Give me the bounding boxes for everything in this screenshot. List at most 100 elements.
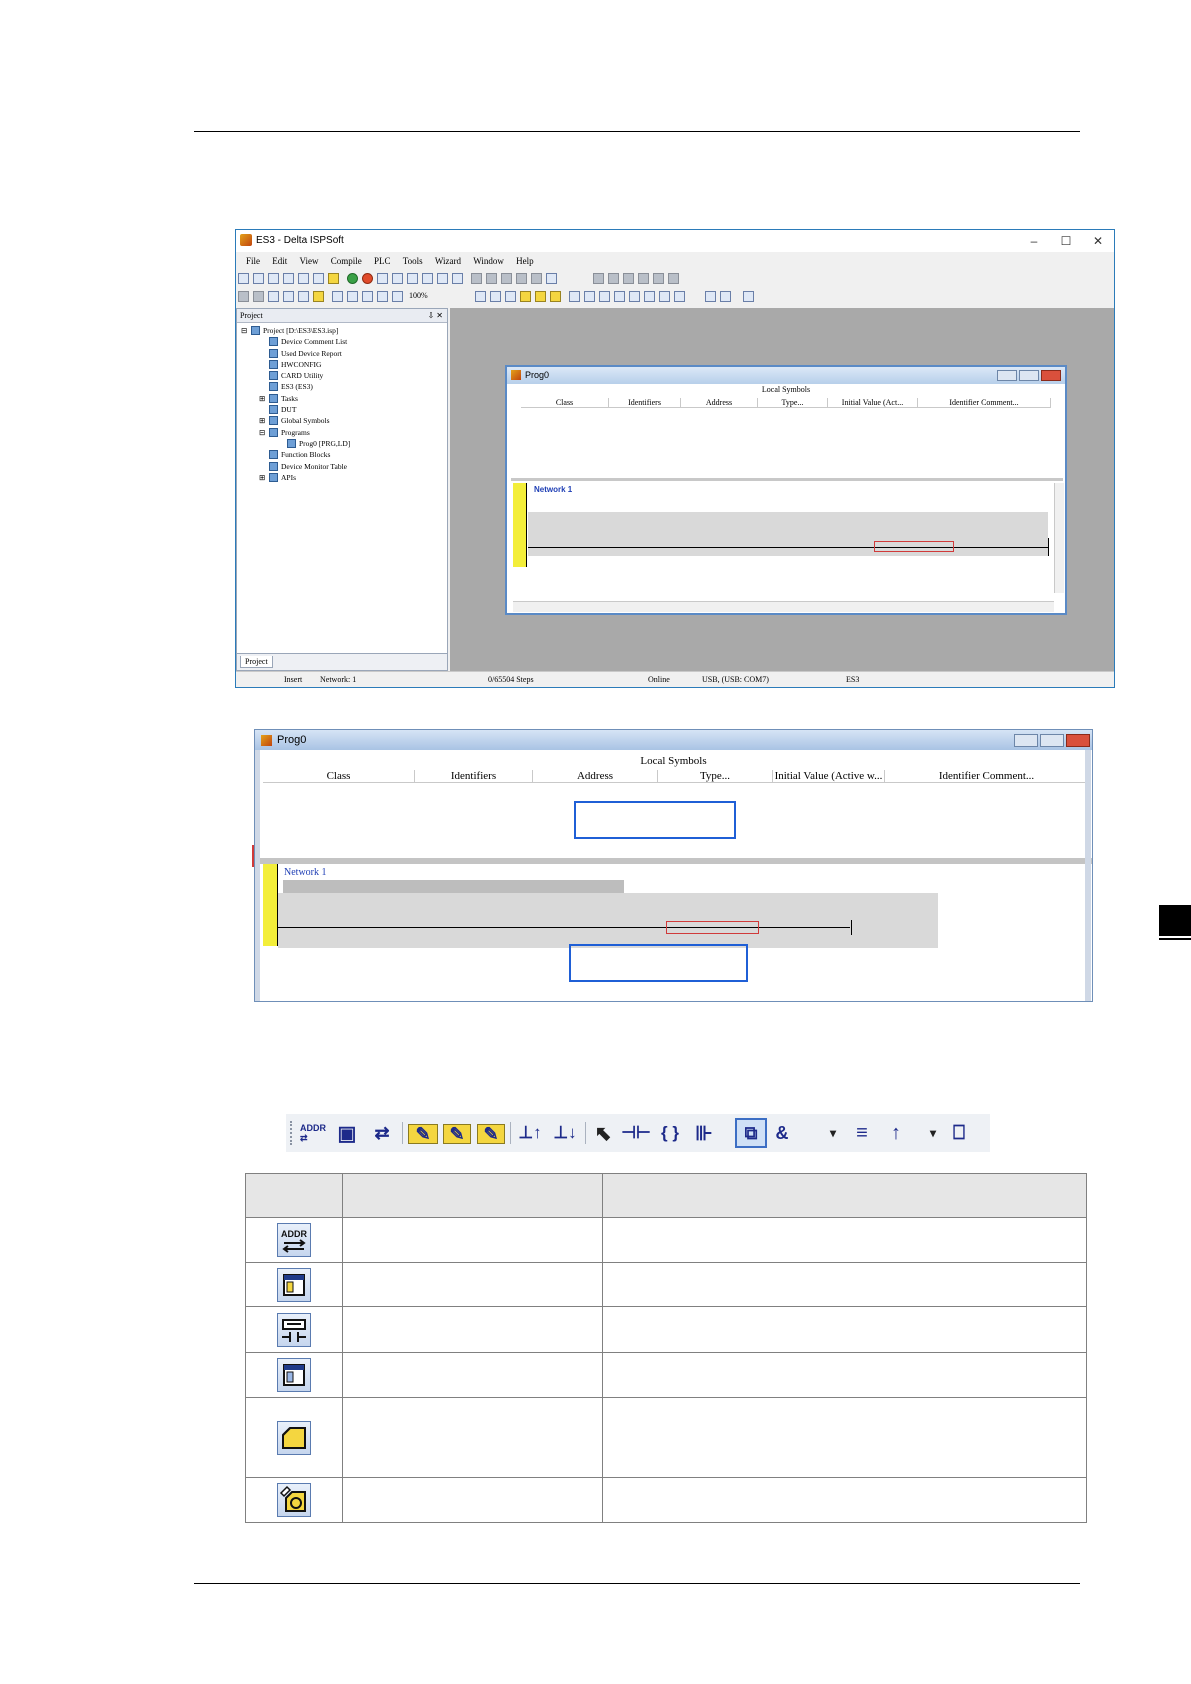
comment-hide-icon[interactable]: ✎	[477, 1124, 505, 1144]
col-address[interactable]: Address	[533, 770, 658, 782]
tree-item[interactable]: ⊟ Programs	[237, 427, 447, 438]
toolbar-grip[interactable]	[290, 1121, 295, 1145]
tree-item[interactable]: Device Monitor Table	[237, 461, 447, 472]
prog0-close-button[interactable]	[1066, 734, 1090, 747]
api-small-icon[interactable]	[644, 291, 655, 302]
horizontal-scrollbar-small[interactable]	[513, 601, 1054, 612]
prog0-small-restore-button[interactable]	[1019, 370, 1039, 381]
col-initial-value[interactable]: Initial Value (Active w...	[773, 770, 885, 782]
prog0-small-close-button[interactable]	[1041, 370, 1061, 381]
col-identifier-comment[interactable]: Identifier Comment...	[885, 770, 1088, 782]
tree-item[interactable]: HWCONFIG	[237, 359, 447, 370]
cursor-box-small[interactable]	[874, 541, 954, 552]
contact-icon[interactable]: ⊣⊢	[621, 1120, 651, 1146]
col-identifiers-small[interactable]: Identifiers	[609, 398, 681, 407]
coil-small-icon[interactable]	[629, 291, 640, 302]
tree-item[interactable]: Device Comment List	[237, 336, 447, 347]
prog0-minimize-button[interactable]	[1014, 734, 1038, 747]
clear-icon[interactable]	[313, 291, 324, 302]
menu-view[interactable]: View	[300, 256, 319, 266]
close-button[interactable]: ✕	[1082, 230, 1114, 252]
paste-icon[interactable]	[298, 291, 309, 302]
tree-expander-icon[interactable]: ⊞	[259, 415, 269, 426]
tree-expander-icon[interactable]: ⊞	[259, 472, 269, 483]
compile-icon[interactable]	[347, 273, 358, 284]
vertical-scrollbar-small[interactable]	[1054, 483, 1064, 593]
menu-compile[interactable]: Compile	[331, 256, 362, 266]
maximize-button[interactable]: ☐	[1050, 230, 1082, 252]
find-icon[interactable]	[332, 291, 343, 302]
download-icon[interactable]	[392, 273, 403, 284]
new-file-icon[interactable]	[238, 273, 249, 284]
comment-icon[interactable]: ✎	[408, 1124, 438, 1144]
device-comment-icon[interactable]: ⇄	[368, 1120, 396, 1146]
tree-item[interactable]: ⊞ APIs	[237, 472, 447, 483]
network-view-icon[interactable]: ⧉	[735, 1118, 767, 1148]
minimize-button[interactable]: –	[1018, 230, 1050, 252]
tab-project[interactable]: Project	[240, 656, 273, 668]
tree-item[interactable]: ES3 (ES3)	[237, 381, 447, 392]
contact-small-icon[interactable]	[614, 291, 625, 302]
parallel-small-icon[interactable]	[705, 291, 716, 302]
splitter-small[interactable]	[511, 478, 1063, 481]
tree-item[interactable]: Prog0 [PRG,LD]	[237, 438, 447, 449]
tree-item[interactable]: Function Blocks	[237, 449, 447, 460]
network-below-small-icon[interactable]	[584, 291, 595, 302]
upward-dropdown[interactable]: ▾	[926, 1120, 940, 1146]
prog0-small-minimize-button[interactable]	[997, 370, 1017, 381]
tree-item[interactable]: ⊞ Tasks	[237, 393, 447, 404]
col-identifier-comment-small[interactable]: Identifier Comment...	[918, 398, 1051, 407]
col-initial-value-small[interactable]: Initial Value (Act...	[828, 398, 918, 407]
menu-tools[interactable]: Tools	[403, 256, 423, 266]
symbol-table-icon[interactable]: ▣	[334, 1120, 360, 1146]
parallel-icon[interactable]: ≡	[848, 1120, 876, 1146]
rung-area[interactable]	[278, 893, 938, 948]
save-icon[interactable]	[268, 273, 279, 284]
col-class-small[interactable]: Class	[521, 398, 609, 407]
cut-icon[interactable]	[268, 291, 279, 302]
tree-item[interactable]: ⊞ Global Symbols	[237, 415, 447, 426]
back-icon[interactable]	[238, 291, 249, 302]
col-address-small[interactable]: Address	[681, 398, 758, 407]
col-identifiers[interactable]: Identifiers	[415, 770, 533, 782]
coil-icon[interactable]: { }	[656, 1120, 684, 1146]
zoom-in-icon[interactable]	[377, 291, 388, 302]
upload-icon[interactable]	[377, 273, 388, 284]
erase-icon[interactable]	[328, 273, 339, 284]
menu-file[interactable]: File	[246, 256, 260, 266]
tree-item[interactable]: CARD Utility	[237, 370, 447, 381]
rung-area-small[interactable]	[528, 512, 1048, 556]
tree-expander-icon[interactable]: ⊟	[241, 325, 251, 336]
monitor-icon[interactable]	[407, 273, 418, 284]
tree-expander-icon[interactable]: ⊟	[259, 427, 269, 438]
tree-item[interactable]: ⊟ Project [D:\ES3\ES3.isp]	[237, 325, 447, 336]
api-icon[interactable]: ⊪	[690, 1120, 718, 1146]
print-icon[interactable]	[283, 273, 294, 284]
layout-icon[interactable]	[298, 273, 309, 284]
tree-item[interactable]: DUT	[237, 404, 447, 415]
menu-help[interactable]: Help	[516, 256, 534, 266]
monitor2-icon[interactable]	[422, 273, 433, 284]
open-file-icon[interactable]	[253, 273, 264, 284]
symbol-table-small-icon[interactable]	[490, 291, 501, 302]
online-icon[interactable]	[437, 273, 448, 284]
network-insert-above-icon[interactable]: ⊥↑	[516, 1120, 544, 1146]
cursor-box[interactable]	[666, 921, 759, 934]
forward-icon[interactable]	[253, 291, 264, 302]
menu-edit[interactable]: Edit	[272, 256, 287, 266]
block-icon[interactable]: ⎕	[946, 1120, 972, 1146]
network-above-small-icon[interactable]	[569, 291, 580, 302]
refresh-icon[interactable]	[546, 273, 557, 284]
comment-edit-small-icon[interactable]	[535, 291, 546, 302]
addr-swap-small-icon[interactable]	[475, 291, 486, 302]
tree-expander-icon[interactable]: ⊞	[259, 393, 269, 404]
menu-plc[interactable]: PLC	[374, 256, 391, 266]
block-view-small-icon[interactable]	[659, 291, 670, 302]
prog0-restore-button[interactable]	[1040, 734, 1064, 747]
zoom-select[interactable]: 100%	[409, 291, 469, 300]
stop-icon[interactable]	[362, 273, 373, 284]
splitter[interactable]	[255, 858, 1092, 864]
and-small-icon[interactable]	[674, 291, 685, 302]
copy-icon[interactable]	[283, 291, 294, 302]
network-insert-below-icon[interactable]: ⊥↓	[551, 1120, 579, 1146]
